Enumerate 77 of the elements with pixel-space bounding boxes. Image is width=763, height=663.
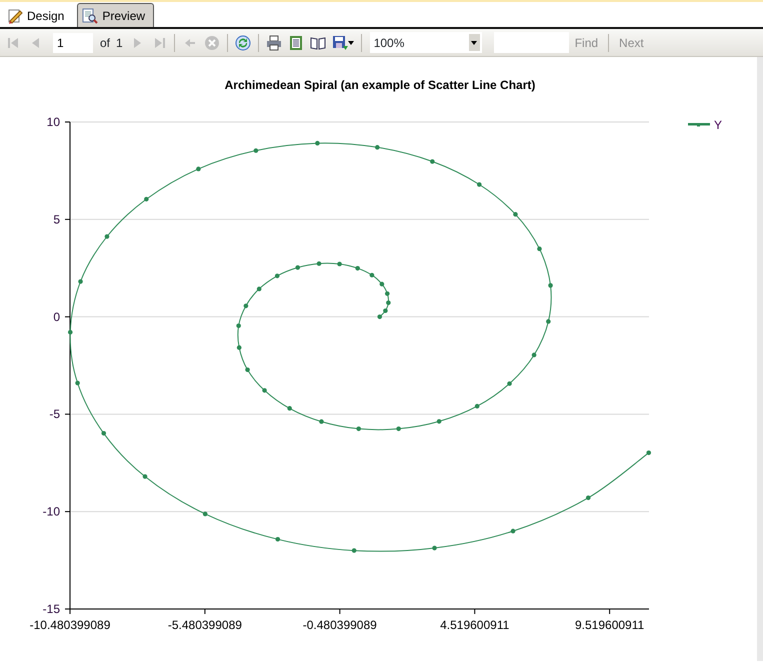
axis-tick-label: -10 <box>42 504 60 519</box>
data-point <box>380 282 384 286</box>
axis-tick-label: -5 <box>49 407 60 422</box>
axis-tick-label: -0.480399089 <box>302 618 377 632</box>
data-point <box>385 291 390 296</box>
axis-tick-label: 10 <box>46 115 60 129</box>
data-point <box>244 304 248 308</box>
data-point <box>236 345 242 350</box>
data-point <box>196 166 201 172</box>
legend-line-icon <box>688 123 710 126</box>
data-point <box>646 450 652 456</box>
axis-tick-label: 0 <box>53 310 60 324</box>
axis-tick-label: 5 <box>53 212 60 226</box>
open-book-icon <box>310 34 326 50</box>
data-point <box>474 404 480 409</box>
data-point <box>295 265 300 270</box>
data-point <box>274 274 280 278</box>
of-label: of <box>99 34 112 52</box>
data-point <box>101 431 106 436</box>
data-point <box>537 246 542 252</box>
data-point <box>430 159 435 164</box>
data-point <box>513 212 518 217</box>
data-point <box>507 381 512 386</box>
data-point <box>548 283 553 288</box>
page-number-field[interactable]: 1 <box>53 32 93 52</box>
data-point <box>262 388 267 393</box>
data-point <box>316 261 322 266</box>
page-total: 1 <box>115 34 124 52</box>
caret-icon <box>348 40 354 44</box>
data-point <box>546 319 551 324</box>
data-point <box>337 262 342 266</box>
axis-tick-label: 4.519600911 <box>440 618 510 632</box>
data-point <box>319 419 324 424</box>
data-point <box>78 279 83 284</box>
data-point <box>532 352 536 358</box>
data-point <box>104 234 110 239</box>
pencil-ruler-icon <box>7 8 23 24</box>
data-point <box>355 266 360 271</box>
data-point <box>386 300 391 306</box>
data-point <box>245 367 250 372</box>
refresh-icon <box>234 34 251 50</box>
data-point <box>256 286 262 292</box>
data-point <box>254 148 258 153</box>
axis-tick-label: -5.480399089 <box>168 618 242 632</box>
data-point <box>370 272 374 278</box>
chart-title: Archimedean Spiral (an example of Scatter Line Chart) <box>224 78 536 92</box>
find-field[interactable] <box>494 32 569 53</box>
data-point <box>142 474 148 479</box>
data-point <box>586 495 591 500</box>
data-point <box>352 548 356 553</box>
data-point <box>287 406 292 411</box>
axis-tick-label: 9.519600911 <box>575 618 644 632</box>
data-point <box>275 536 280 542</box>
data-point <box>436 419 442 424</box>
axis-tick-label: -15 <box>42 602 60 616</box>
caret-icon <box>471 40 478 44</box>
stop-icon <box>204 34 220 50</box>
data-point <box>236 323 241 328</box>
data-point <box>396 426 401 432</box>
tab[interactable]: Preview <box>77 3 154 27</box>
magnifier-page-icon <box>82 8 98 24</box>
data-point <box>144 196 149 202</box>
data-point <box>68 330 73 334</box>
axis-tick-label: -10.480399089 <box>30 618 110 632</box>
data-point <box>510 528 516 534</box>
tab[interactable]: Design <box>2 3 74 27</box>
data-point <box>375 145 380 150</box>
printer-icon <box>266 34 282 50</box>
data-point <box>432 546 437 550</box>
page-icon <box>288 34 304 50</box>
data-point <box>356 426 361 432</box>
data-point <box>477 182 482 187</box>
data-point <box>315 140 320 146</box>
zoom-dropdown[interactable]: 100% <box>370 32 482 53</box>
data-point <box>75 380 80 386</box>
legend-label: Y <box>714 118 722 132</box>
data-point <box>202 512 208 516</box>
